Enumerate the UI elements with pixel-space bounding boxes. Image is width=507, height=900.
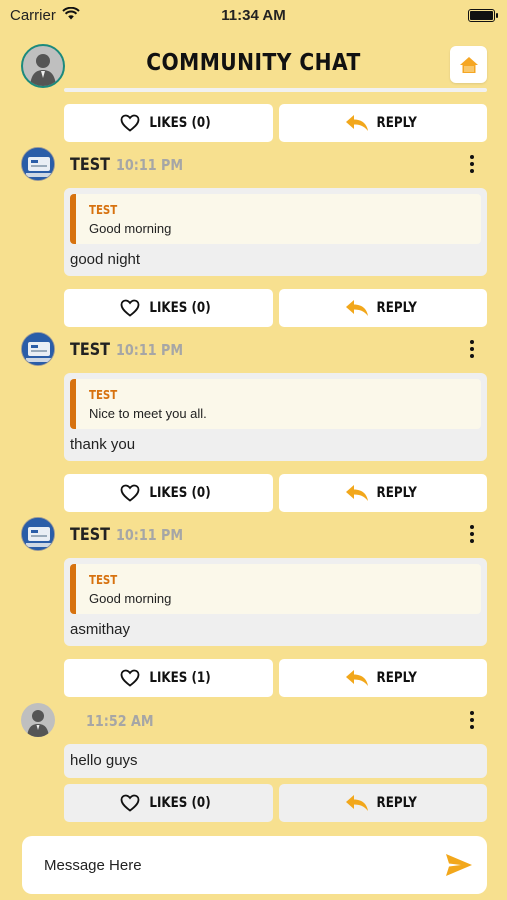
- like-button[interactable]: LIKES (0): [64, 474, 273, 512]
- quoted-message[interactable]: TEST Nice to meet you all.: [70, 379, 481, 429]
- profile-picture: [22, 518, 54, 550]
- heart-outline-icon: [120, 669, 140, 687]
- reply-label: REPLY: [376, 115, 417, 131]
- message-time: 10:11 PM: [116, 156, 184, 174]
- quoted-message[interactable]: TEST Good morning: [70, 564, 481, 614]
- message-actions: LIKES (0) REPLY: [64, 474, 487, 512]
- message-bubble: TEST Good morning good night: [64, 188, 487, 276]
- reply-button[interactable]: REPLY: [278, 474, 487, 512]
- send-icon: [446, 854, 472, 876]
- battery-icon: [468, 8, 498, 22]
- reply-arrow-icon: [346, 300, 368, 316]
- avatar[interactable]: [21, 703, 55, 737]
- reply-label: REPLY: [376, 795, 417, 811]
- avatar[interactable]: [21, 517, 55, 551]
- heart-outline-icon: [120, 299, 140, 317]
- send-button[interactable]: [444, 851, 474, 879]
- like-button[interactable]: LIKES (1): [64, 659, 273, 697]
- like-button[interactable]: LIKES (0): [64, 289, 273, 327]
- home-button[interactable]: [450, 46, 487, 83]
- message-time: 10:11 PM: [116, 526, 184, 544]
- reply-arrow-icon: [346, 115, 368, 131]
- app-header: COMMUNITY CHAT: [0, 42, 507, 88]
- message-text: thank you: [70, 436, 136, 453]
- more-options-icon[interactable]: [462, 151, 482, 177]
- message-header: TEST 10:11 PM: [0, 332, 507, 368]
- more-options-icon[interactable]: [462, 707, 482, 733]
- likes-count: LIKES (0): [149, 485, 211, 501]
- reply-label: REPLY: [376, 670, 417, 686]
- profile-picture: [22, 333, 54, 365]
- profile-picture: [22, 148, 54, 180]
- more-options-icon[interactable]: [462, 336, 482, 362]
- quoted-text: Good morning: [89, 591, 172, 606]
- message-composer: [22, 836, 487, 894]
- message-author: TEST: [70, 155, 111, 175]
- likes-count: LIKES (0): [149, 795, 211, 811]
- message-actions: LIKES (1) REPLY: [64, 659, 487, 697]
- like-button[interactable]: LIKES (0): [64, 784, 273, 822]
- heart-outline-icon: [120, 114, 140, 132]
- home-icon: [459, 56, 478, 73]
- quoted-text: Nice to meet you all.: [89, 406, 207, 421]
- message-bubble: TEST Good morning asmithay: [64, 558, 487, 646]
- more-options-icon[interactable]: [462, 521, 482, 547]
- message-actions: LIKES (0) REPLY: [64, 784, 487, 822]
- message-header: 11:52 AM: [0, 703, 507, 739]
- message-header: TEST 10:11 PM: [0, 147, 507, 183]
- message-actions: LIKES (0) REPLY: [64, 289, 487, 327]
- avatar[interactable]: [21, 332, 55, 366]
- reply-label: REPLY: [376, 485, 417, 501]
- reply-button[interactable]: REPLY: [278, 289, 487, 327]
- status-bar: Carrier 11:34 AM: [0, 0, 507, 30]
- reply-button[interactable]: REPLY: [278, 659, 487, 697]
- wifi-icon: [62, 6, 80, 24]
- reply-button[interactable]: REPLY: [278, 784, 487, 822]
- message-author: TEST: [70, 525, 111, 545]
- avatar[interactable]: [21, 147, 55, 181]
- quoted-message[interactable]: TEST Good morning: [70, 194, 481, 244]
- likes-count: LIKES (0): [149, 115, 211, 131]
- person-icon: [27, 710, 49, 737]
- message-bubble: TEST Nice to meet you all. thank you: [64, 373, 487, 461]
- quoted-author: TEST: [89, 573, 118, 587]
- message-author: TEST: [70, 340, 111, 360]
- like-button[interactable]: LIKES (0): [64, 104, 273, 142]
- message-header: TEST 10:11 PM: [0, 517, 507, 553]
- message-time: 10:11 PM: [116, 341, 184, 359]
- likes-count: LIKES (0): [149, 300, 211, 316]
- heart-outline-icon: [120, 794, 140, 812]
- message-text: hello guys: [70, 752, 138, 769]
- message-bubble: hello guys: [64, 744, 487, 778]
- quoted-author: TEST: [89, 203, 118, 217]
- likes-count: LIKES (1): [149, 670, 211, 686]
- reply-label: REPLY: [376, 300, 417, 316]
- reply-button[interactable]: REPLY: [278, 104, 487, 142]
- reply-arrow-icon: [346, 795, 368, 811]
- divider: [64, 88, 487, 92]
- quoted-author: TEST: [89, 388, 118, 402]
- message-input[interactable]: [44, 850, 424, 880]
- reply-arrow-icon: [346, 670, 368, 686]
- page-title: COMMUNITY CHAT: [146, 50, 361, 76]
- quoted-text: Good morning: [89, 221, 172, 236]
- message-actions: LIKES (0) REPLY: [64, 104, 487, 142]
- reply-arrow-icon: [346, 485, 368, 501]
- carrier-label: Carrier: [10, 6, 56, 24]
- message-text: asmithay: [70, 621, 131, 638]
- heart-outline-icon: [120, 484, 140, 502]
- message-text: good night: [70, 251, 141, 268]
- message-time: 11:52 AM: [86, 712, 154, 730]
